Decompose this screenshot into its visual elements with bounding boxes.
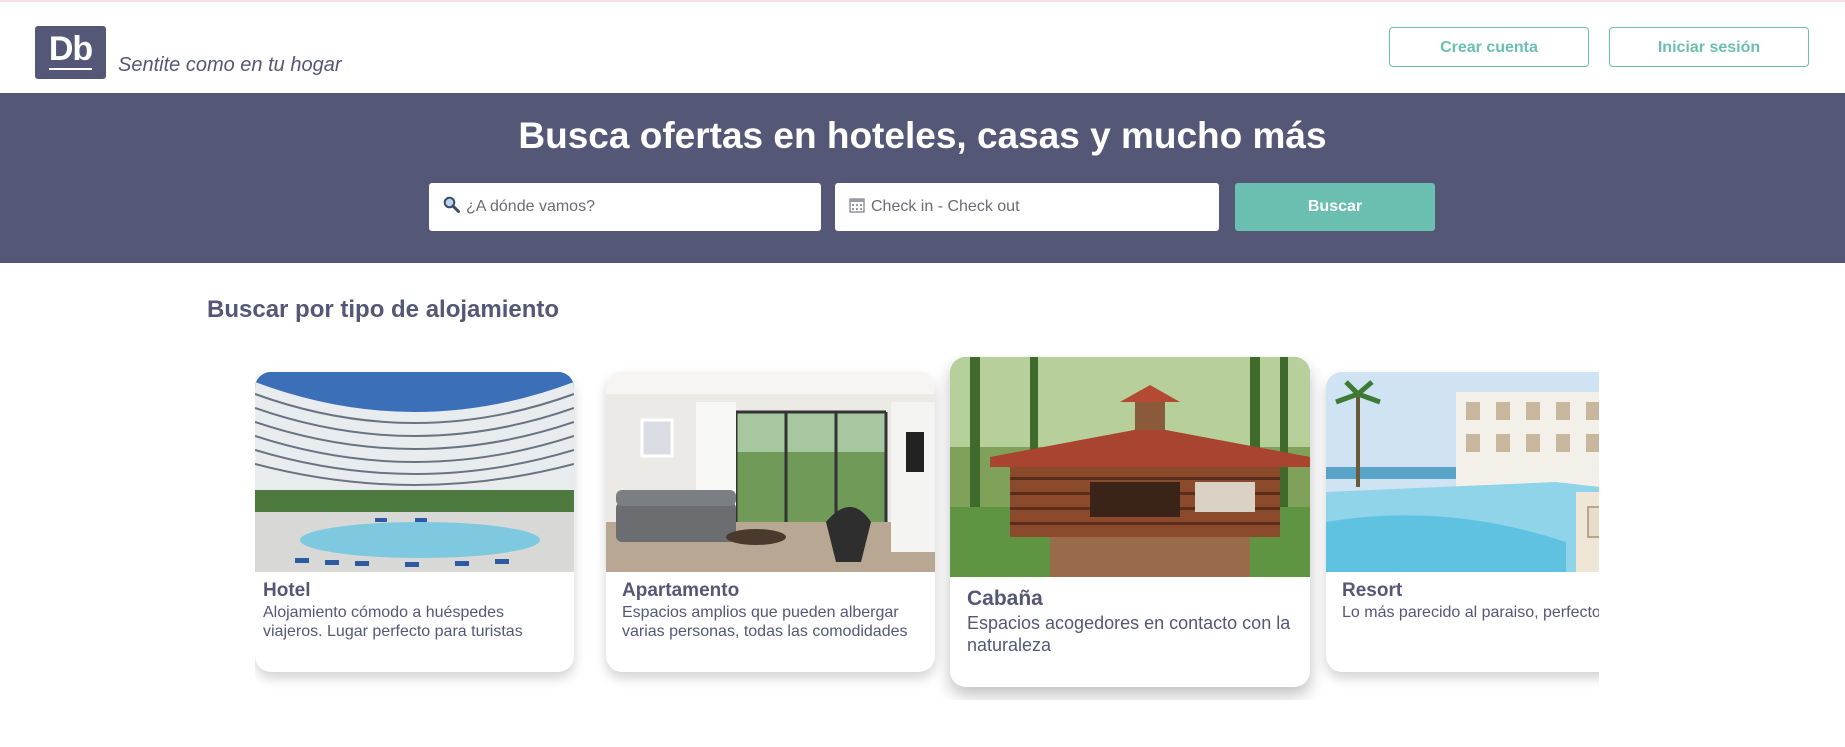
destination-input[interactable]: ¿A dónde vamos? <box>429 183 821 231</box>
site-header: Db Sentite como en tu hogar Crear cuenta… <box>0 2 1845 93</box>
card-description: Alojamiento cómodo a huéspedes viajeros.… <box>263 604 523 641</box>
destination-placeholder: ¿A dónde vamos? <box>466 198 595 215</box>
category-carousel: Hotel Alojamiento cómodo a huéspedes via… <box>255 355 1599 700</box>
apartment-image <box>606 372 935 572</box>
slogan: Sentite como en tu hogar <box>118 54 342 76</box>
card-description: Espacios acogedores en contacto con la n… <box>967 613 1291 655</box>
category-card-hotel[interactable]: Hotel Alojamiento cómodo a huéspedes via… <box>255 372 574 672</box>
dates-placeholder: Check in - Check out <box>871 198 1020 215</box>
search-button[interactable]: Buscar <box>1235 183 1435 231</box>
create-account-button[interactable]: Crear cuenta <box>1389 27 1589 67</box>
search-banner: Busca ofertas en hoteles, casas y mucho … <box>0 93 1845 263</box>
category-card-cabin[interactable]: Cabaña Espacios acogedores en contacto c… <box>950 357 1310 687</box>
hero-title: Busca ofertas en hoteles, casas y mucho … <box>518 115 1327 156</box>
calendar-icon <box>849 197 865 218</box>
card-description: Espacios amplios que pueden albergar var… <box>622 604 908 641</box>
date-range-input[interactable]: Check in - Check out <box>835 183 1219 231</box>
logo-underline <box>49 68 92 70</box>
category-card-apartment[interactable]: Apartamento Espacios amplios que pueden … <box>606 372 935 672</box>
cabin-image <box>950 357 1310 577</box>
resort-image <box>1326 372 1599 572</box>
categories-title: Buscar por tipo de alojamiento <box>207 296 560 323</box>
card-title: Hotel <box>263 580 311 601</box>
search-icon <box>443 196 460 218</box>
card-title: Cabaña <box>967 587 1043 610</box>
card-description: Lo más parecido al paraiso, perfecto par… <box>1342 604 1599 621</box>
login-button[interactable]: Iniciar sesión <box>1609 27 1809 67</box>
card-title: Resort <box>1342 580 1403 601</box>
hotel-image <box>255 372 574 572</box>
logo-text: Db <box>48 30 93 68</box>
card-title: Apartamento <box>622 580 740 601</box>
category-card-resort[interactable]: Resort Lo más parecido al paraiso, perfe… <box>1326 372 1599 672</box>
logo[interactable]: Db <box>35 26 106 79</box>
